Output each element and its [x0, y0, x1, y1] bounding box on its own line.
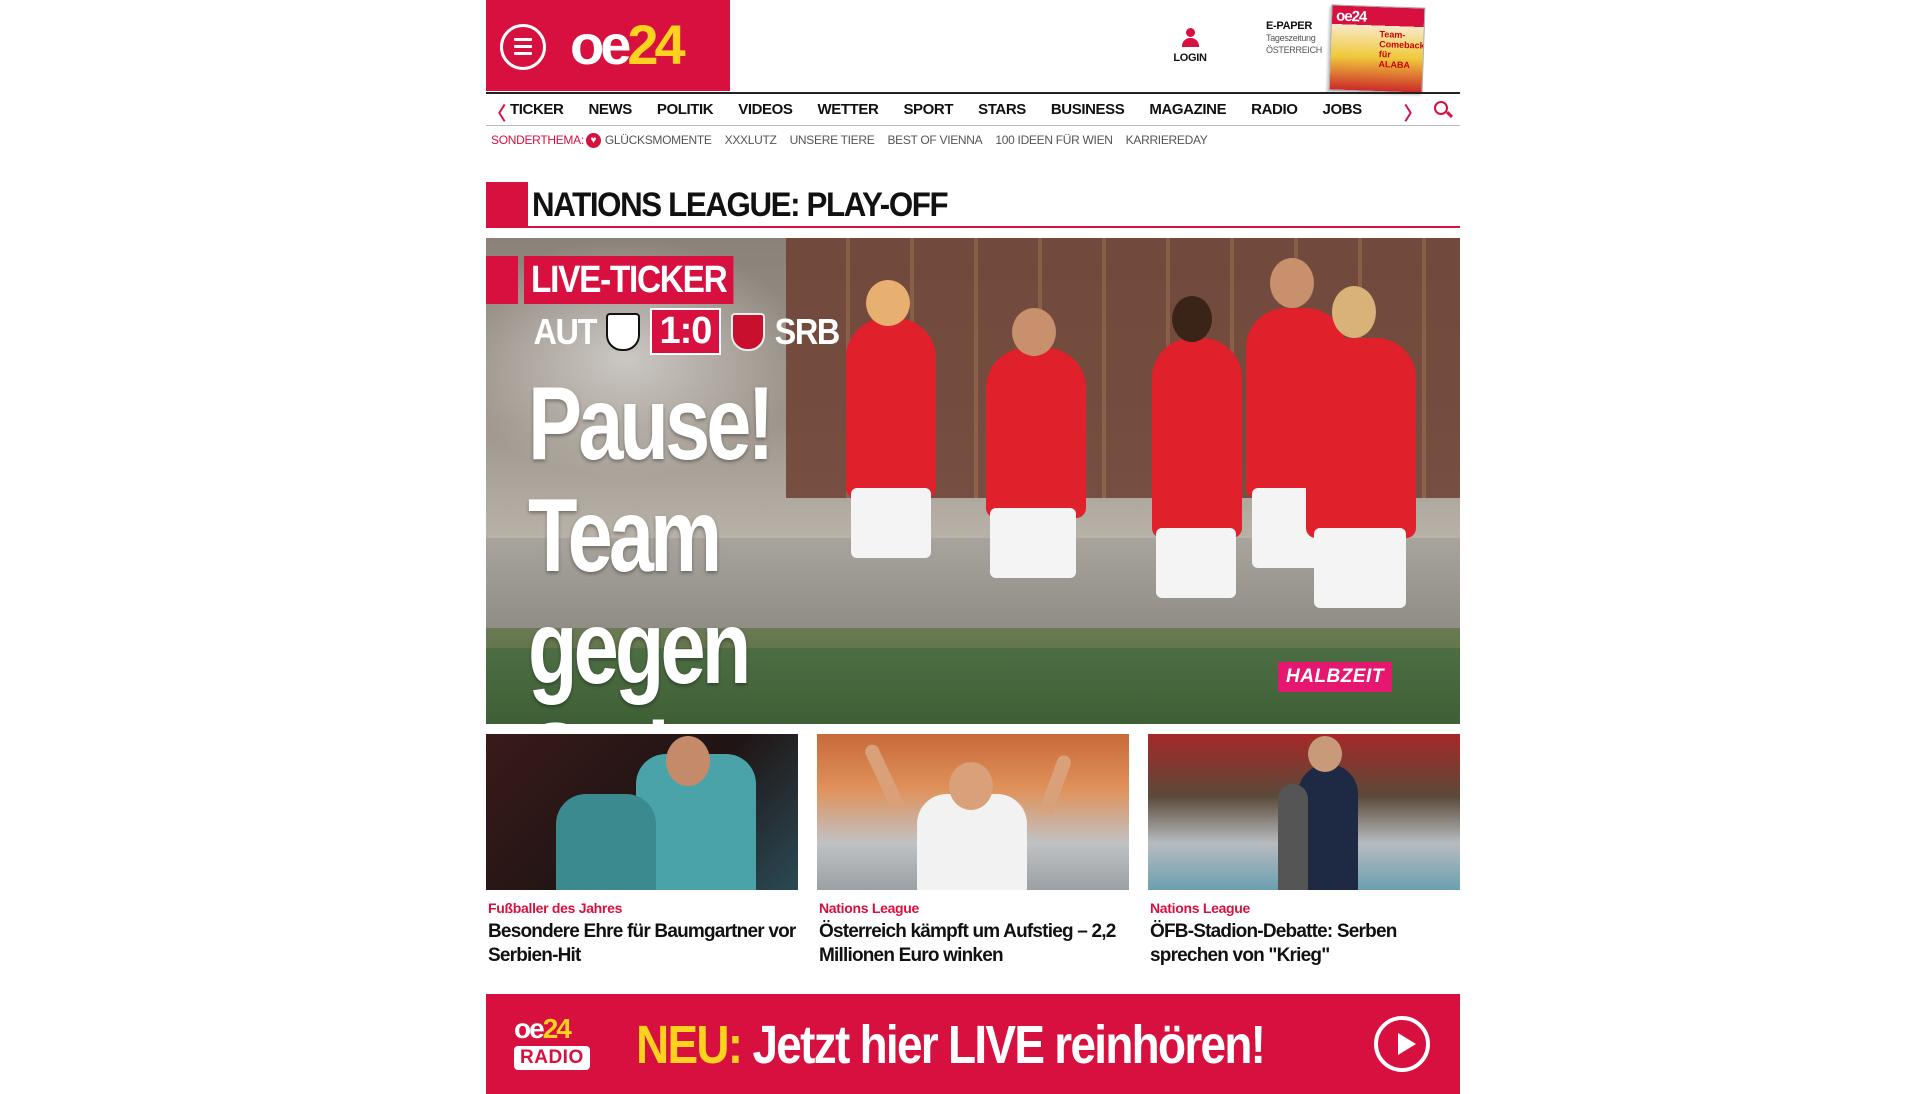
radio-logo-label: RADIO: [514, 1046, 590, 1070]
epaper-subtitle: Tageszeitung: [1266, 33, 1316, 43]
teaser-title[interactable]: Besondere Ehre für Baumgartner vor Serbi…: [488, 920, 798, 968]
nav-items: TICKER NEWS POLITIK VIDEOS WETTER SPORT …: [510, 101, 1387, 118]
banner-claim: Jetzt hier LIVE reinhören!: [752, 1015, 1266, 1075]
nav-item-sport[interactable]: SPORT: [903, 101, 953, 118]
teaser-title[interactable]: ÖFB-Stadion-Debatte: Serben sprechen von…: [1150, 920, 1460, 968]
topic-karriereday[interactable]: KARRIEREDAY: [1126, 133, 1208, 147]
epaper-cover-thumbnail[interactable]: oe24 Team-Comeback für ALABA: [1328, 4, 1426, 94]
epaper-title: E-PAPER: [1266, 20, 1312, 32]
scoreboard: AUT 1:0 SRB: [530, 308, 843, 355]
player-figure: [1152, 338, 1242, 538]
site-header: oe24 LOGIN E-PAPER Tageszeitung ÖSTERREI…: [486, 0, 1460, 94]
teaser-category[interactable]: Nations League: [1150, 900, 1460, 916]
teaser-image[interactable]: [1148, 734, 1460, 890]
nav-item-radio[interactable]: RADIO: [1251, 101, 1298, 118]
epaper-link[interactable]: E-PAPER Tageszeitung ÖSTERREICH: [1266, 20, 1336, 56]
teaser-title[interactable]: Österreich kämpft um Aufstieg – 2,2 Mill…: [819, 920, 1129, 968]
player-figure: [986, 348, 1086, 518]
epaper-thumb-headline: Team-Comeback für ALABA: [1378, 29, 1425, 71]
section-title[interactable]: NATIONS LEAGUE: PLAY-OFF: [532, 186, 949, 225]
user-icon: [1182, 28, 1199, 48]
radio-banner-text: NEU: Jetzt hier LIVE reinhören!: [636, 1014, 1266, 1076]
radio-logo: oe24 RADIO: [514, 1014, 606, 1078]
main-nav: 〈 TICKER NEWS POLITIK VIDEOS WETTER SPOR…: [486, 92, 1460, 126]
player-figure: [1306, 338, 1416, 538]
topic-unsere-tiere[interactable]: UNSERE TIERE: [790, 133, 875, 147]
teaser-card[interactable]: Nations League Österreich kämpft um Aufs…: [817, 734, 1129, 968]
epaper-subtitle-2: ÖSTERREICH: [1266, 45, 1323, 55]
teaser-image[interactable]: [817, 734, 1129, 890]
hero-article[interactable]: LIVE-TICKER AUT 1:0 SRB Pause! Team gege…: [486, 238, 1460, 724]
serbia-crest-icon: [731, 312, 766, 351]
page: oe24 LOGIN E-PAPER Tageszeitung ÖSTERREI…: [486, 0, 1460, 1094]
team-home: AUT: [533, 310, 597, 352]
search-icon[interactable]: [1432, 100, 1454, 122]
oefb-crest-icon: [605, 312, 640, 351]
teaser-image[interactable]: [486, 734, 798, 890]
team-away: SRB: [774, 310, 841, 352]
login-button[interactable]: LOGIN: [1170, 28, 1210, 64]
section-header: NATIONS LEAGUE: PLAY-OFF: [486, 182, 1460, 228]
nav-item-stars[interactable]: STARS: [978, 101, 1026, 118]
teaser-category[interactable]: Fußballer des Jahres: [488, 900, 798, 916]
nav-item-politik[interactable]: POLITIK: [657, 101, 714, 118]
nav-prev-chevron-icon[interactable]: 〈: [488, 100, 506, 126]
login-label: LOGIN: [1173, 52, 1207, 64]
halbzeit-badge: HALBZEIT: [1278, 662, 1392, 692]
nav-next-chevron-icon[interactable]: 〉: [1404, 100, 1422, 126]
topic-100-ideen[interactable]: 100 IDEEN FÜR WIEN: [995, 133, 1113, 147]
topic-xxxlutz[interactable]: XXXLUTZ: [725, 133, 777, 147]
nav-item-jobs[interactable]: JOBS: [1323, 101, 1363, 118]
teaser-row: Fußballer des Jahres Besondere Ehre für …: [486, 734, 1460, 984]
nav-item-ticker[interactable]: TICKER: [510, 101, 564, 118]
play-icon[interactable]: [1374, 1016, 1430, 1072]
topic-gluecksmomente[interactable]: GLÜCKSMOMENTE: [605, 133, 712, 147]
heart-icon: ♥: [585, 132, 601, 148]
hamburger-menu-icon[interactable]: [500, 24, 546, 70]
ticker-accent-bar: [486, 256, 518, 304]
nav-item-videos[interactable]: VIDEOS: [738, 101, 793, 118]
hero-headline[interactable]: Pause! Team gegen Serben überlegen!: [528, 368, 949, 724]
teaser-category[interactable]: Nations League: [819, 900, 1129, 916]
nav-item-wetter[interactable]: WETTER: [818, 101, 879, 118]
teaser-card[interactable]: Fußballer des Jahres Besondere Ehre für …: [486, 734, 798, 968]
nav-item-magazine[interactable]: MAGAZINE: [1149, 101, 1226, 118]
match-score: 1:0: [649, 308, 722, 355]
topic-best-of-vienna[interactable]: BEST OF VIENNA: [887, 133, 982, 147]
site-logo[interactable]: oe24: [570, 14, 686, 76]
live-ticker-label: LIVE-TICKER: [524, 256, 734, 304]
special-topics-bar: SONDERTHEMA: ♥ GLÜCKSMOMENTE XXXLUTZ UNS…: [486, 126, 1460, 154]
banner-neu: NEU:: [636, 1015, 743, 1075]
section-accent-bar: [486, 182, 528, 226]
nav-item-news[interactable]: NEWS: [588, 101, 632, 118]
special-topics-label: SONDERTHEMA:: [491, 133, 584, 147]
radio-banner[interactable]: oe24 RADIO NEU: Jetzt hier LIVE reinhöre…: [486, 994, 1460, 1094]
epaper-thumb-logo: oe24: [1335, 7, 1367, 26]
teaser-card[interactable]: Nations League ÖFB-Stadion-Debatte: Serb…: [1148, 734, 1460, 968]
logo-area: oe24: [486, 0, 730, 91]
nav-item-business[interactable]: BUSINESS: [1051, 101, 1125, 118]
